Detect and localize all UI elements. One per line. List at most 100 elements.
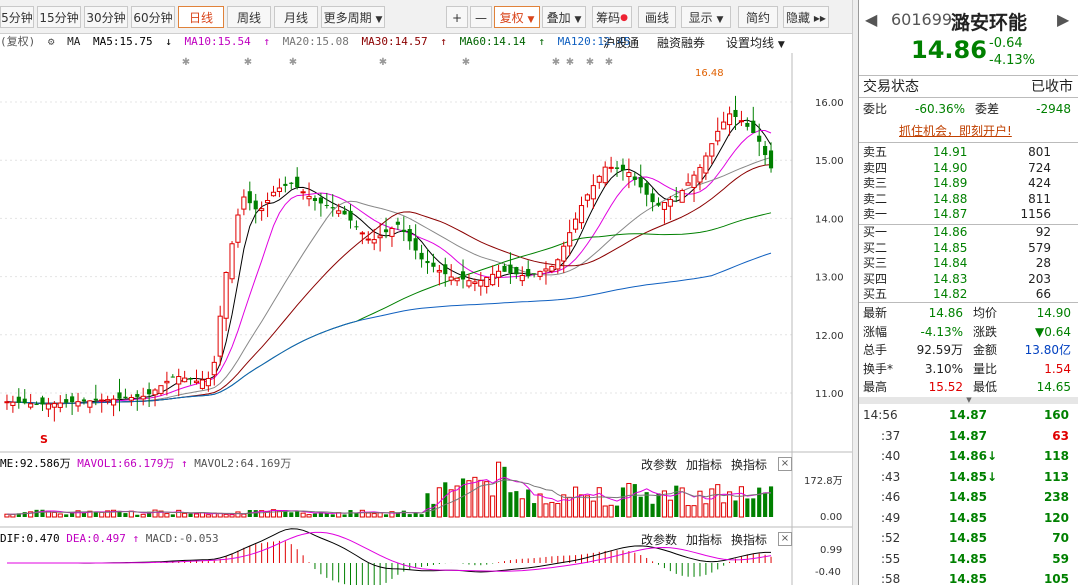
volume-bar xyxy=(223,513,229,518)
ask-price: 14.87 xyxy=(933,207,968,221)
period-15min[interactable]: 15分钟 xyxy=(37,6,81,28)
ask-row[interactable]: 卖五 14.91 801 xyxy=(863,145,1075,160)
volume-bar xyxy=(443,482,448,517)
tick-time: :55 xyxy=(881,551,901,566)
stock-code: 601699 xyxy=(891,10,953,29)
fuquan-dropdown[interactable]: 复权 ▼ xyxy=(494,6,540,28)
price-tick-label: 15.00 xyxy=(815,156,844,167)
candle-body xyxy=(578,205,585,224)
ask-row[interactable]: 卖一 14.87 1156 xyxy=(863,207,1075,222)
ma10-line xyxy=(6,129,772,404)
draw-line-button[interactable]: 画线 xyxy=(638,6,676,28)
period-30min[interactable]: 30分钟 xyxy=(84,6,128,28)
zoom-out-button[interactable]: — xyxy=(470,6,492,28)
collapse-arrow-icon[interactable]: ▼ xyxy=(859,397,1078,404)
ask-row[interactable]: 卖三 14.89 424 xyxy=(863,176,1075,191)
candle-body xyxy=(425,260,430,264)
zoom-in-button[interactable]: + xyxy=(446,6,468,28)
candle-body xyxy=(383,229,389,233)
candle-body xyxy=(235,214,241,243)
stat-value: -4.13% xyxy=(920,324,963,339)
open-account-link[interactable]: 抓住机会，即刻开户! xyxy=(899,122,1012,139)
tick-price: 14.85 xyxy=(949,531,987,545)
ask-row[interactable]: 卖四 14.90 724 xyxy=(863,161,1075,176)
volume-bar xyxy=(289,512,294,517)
period-daily[interactable]: 日线 xyxy=(178,6,224,28)
candle-body xyxy=(318,197,323,204)
volume-bar xyxy=(57,513,63,518)
candle-body xyxy=(703,155,709,174)
period-60min[interactable]: 60分钟 xyxy=(131,6,175,28)
volume-bar xyxy=(164,513,170,518)
volume-value: ME:92.586万 xyxy=(0,457,71,470)
kline-chart[interactable]: 16.00 15.00 14.00 13.00 12.00 11.00 ✱ ✱ ✱ ✱ ✱ ✱ ✱ ✱ ✱ xyxy=(0,33,852,585)
volume-close-button[interactable]: × xyxy=(778,457,792,471)
tick-row: :43 14.85 ↓ 113 xyxy=(863,468,1075,486)
macd-axis-bottom: -0.40 xyxy=(815,567,841,578)
candle-body xyxy=(608,166,614,169)
volume-bar xyxy=(140,513,146,518)
volume-bar xyxy=(371,513,377,518)
candle-body xyxy=(514,267,519,275)
volume-bar xyxy=(721,502,727,518)
bid-label: 买三 xyxy=(863,256,888,270)
volume-bar xyxy=(22,512,27,517)
next-stock-icon[interactable]: ▶ xyxy=(1057,10,1069,29)
candle-body xyxy=(561,245,567,262)
tick-volume: 70 xyxy=(1052,531,1069,545)
volume-switch-indicator-link[interactable]: 换指标 xyxy=(731,456,767,473)
bid-row[interactable]: 买四 14.83 203 xyxy=(863,272,1075,287)
ask-price: 14.91 xyxy=(933,145,968,159)
bid-row[interactable]: 买一 14.86 92 xyxy=(863,225,1075,240)
simple-mode-button[interactable]: 简约 xyxy=(738,6,778,28)
macd-close-button[interactable]: × xyxy=(778,532,792,546)
ask-row[interactable]: 卖二 14.88 811 xyxy=(863,192,1075,207)
chips-button[interactable]: 筹码● xyxy=(592,6,632,28)
macd-change-params-link[interactable]: 改参数 xyxy=(641,531,677,548)
tick-price: 14.87 xyxy=(949,428,987,443)
candle-body xyxy=(152,389,158,396)
candle-body xyxy=(123,396,128,399)
candle-body xyxy=(16,396,21,403)
period-monthly[interactable]: 月线 xyxy=(274,6,318,28)
candle-body xyxy=(241,196,247,210)
candle-body xyxy=(667,198,673,207)
display-dropdown[interactable]: 显示 ▼ xyxy=(681,6,731,28)
bid-row[interactable]: 买二 14.85 579 xyxy=(863,241,1075,256)
weibi-label: 委比 xyxy=(863,102,888,116)
candle-body xyxy=(147,389,152,395)
candle-body xyxy=(295,176,300,188)
hide-button[interactable]: 隐藏 ▸▸ xyxy=(783,6,829,28)
candle-body xyxy=(573,218,579,230)
macd-add-indicator-link[interactable]: 加指标 xyxy=(686,531,722,548)
prev-stock-icon[interactable]: ◀ xyxy=(865,10,877,29)
stat-row: 总手 92.59万 金额 13.80亿 xyxy=(863,341,1075,359)
volume-bar xyxy=(229,514,235,518)
candle-body xyxy=(348,210,353,221)
volume-change-params-link[interactable]: 改参数 xyxy=(641,456,677,473)
ask-label: 卖二 xyxy=(863,191,888,206)
bid-row[interactable]: 买三 14.84 28 xyxy=(863,256,1075,271)
candle-body xyxy=(105,399,111,402)
weibi-value: -60.36% xyxy=(915,102,966,116)
candle-body xyxy=(324,204,329,206)
candle-body xyxy=(709,143,715,157)
candle-body xyxy=(763,145,768,156)
ask-volume: 801 xyxy=(1028,145,1051,159)
candle-body xyxy=(289,182,294,184)
volume-add-indicator-link[interactable]: 加指标 xyxy=(686,456,722,473)
bid-row[interactable]: 买五 14.82 66 xyxy=(863,287,1075,302)
overlay-dropdown[interactable]: 叠加 ▼ xyxy=(542,6,586,28)
more-periods-dropdown[interactable]: 更多周期 ▼ xyxy=(321,6,385,28)
candle-body xyxy=(490,273,496,286)
tick-time: :43 xyxy=(881,469,901,484)
price-tick-label: 12.00 xyxy=(815,331,844,342)
candle-body xyxy=(34,403,39,405)
volume-bar xyxy=(472,476,478,518)
period-weekly[interactable]: 周线 xyxy=(227,6,271,28)
tick-volume: 63 xyxy=(1052,428,1069,443)
period-5min[interactable]: 5分钟 xyxy=(0,6,34,28)
stat-row: 换手* 3.10% 量比 1.54 xyxy=(863,360,1075,378)
volume-bar xyxy=(241,513,247,518)
macd-switch-indicator-link[interactable]: 换指标 xyxy=(731,531,767,548)
